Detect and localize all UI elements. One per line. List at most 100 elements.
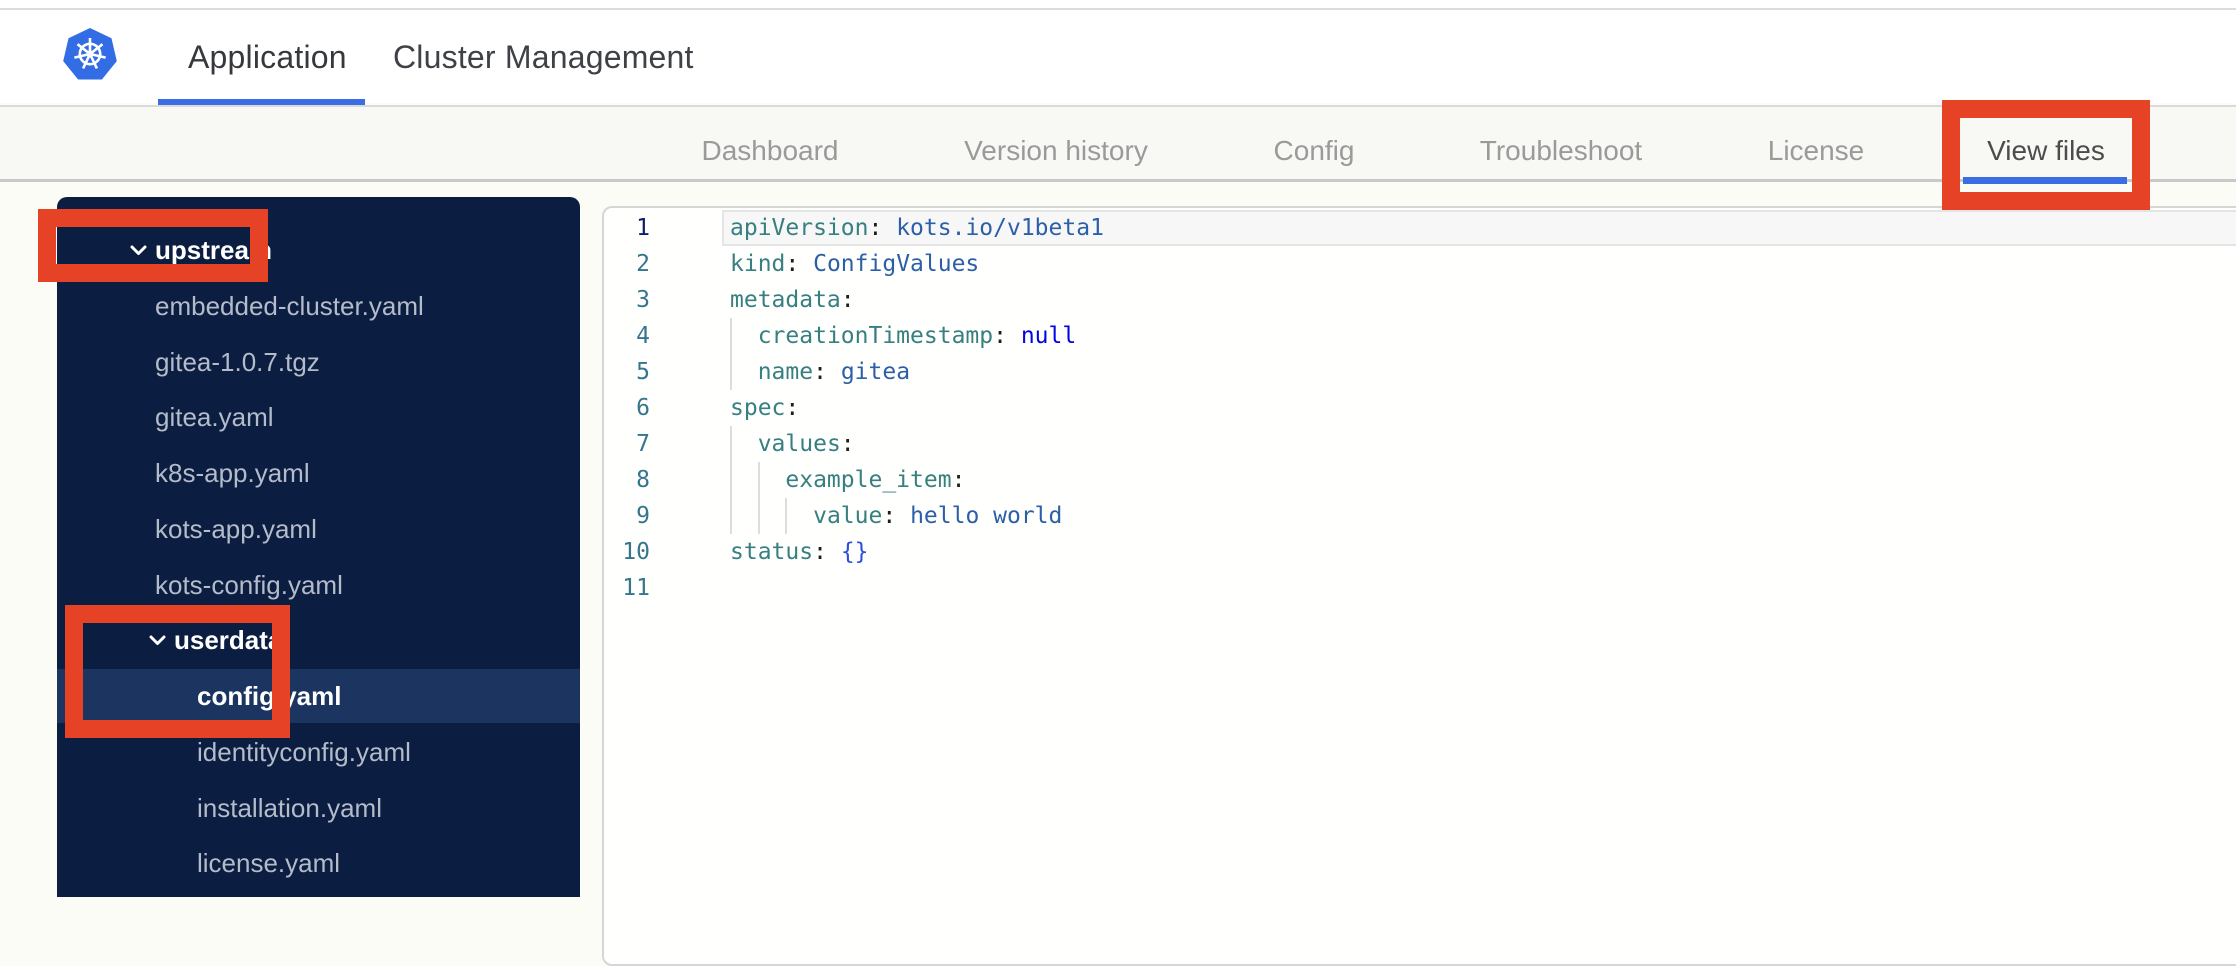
code-text: example_item: — [730, 462, 965, 498]
yaml-editor-panel[interactable]: 1 apiVersion: kots.io/v1beta1 2 kind: Confi… — [602, 206, 2236, 966]
yaml-colon: : — [882, 503, 897, 529]
line-number: 11 — [622, 575, 650, 601]
yaml-key: values — [757, 431, 841, 457]
tree-item-upstream[interactable]: upstream — [57, 222, 580, 278]
subnav-tab-config[interactable]: Config — [1274, 135, 1355, 167]
tree-item-label: gitea-1.0.7.tgz — [155, 346, 320, 377]
subnav-tab-version-history[interactable]: Version history — [964, 135, 1148, 167]
yaml-value: hello world — [910, 503, 1063, 529]
code-text: creationTimestamp: null — [730, 318, 1077, 354]
tree-item-k8s-app-yaml[interactable]: k8s-app.yaml — [57, 445, 580, 501]
line-number: 8 — [636, 467, 650, 493]
tree-item-kots-app-yaml[interactable]: kots-app.yaml — [57, 501, 580, 557]
chevron-down-icon[interactable] — [149, 635, 166, 646]
code-text: status: {} — [730, 534, 869, 570]
tree-item-kots-config-yaml[interactable]: kots-config.yaml — [57, 557, 580, 613]
yaml-value: ConfigValues — [813, 251, 980, 277]
view-files-tab-underline — [1963, 177, 2127, 184]
line-number: 9 — [636, 503, 650, 529]
tree-item-label: license.yaml — [197, 847, 341, 878]
subnav-tab-license[interactable]: License — [1768, 135, 1865, 167]
yaml-colon: : — [951, 467, 966, 493]
tree-item-label: userdata — [174, 624, 283, 655]
line-number: 6 — [636, 395, 650, 421]
yaml-colon: : — [785, 395, 800, 421]
yaml-colon: : — [993, 323, 1007, 349]
code-line-10[interactable]: 10 status: {} — [604, 534, 2236, 570]
tree-item-config-yaml[interactable]: config.yaml — [57, 669, 580, 723]
code-line-4[interactable]: 4 creationTimestamp: null — [604, 318, 2236, 354]
yaml-value: gitea — [840, 359, 911, 385]
code-text: values: — [730, 426, 855, 462]
tree-item-label: k8s-app.yaml — [155, 457, 310, 488]
tree-item-gitea-1-0-7-tgz[interactable]: gitea-1.0.7.tgz — [57, 334, 580, 390]
code-line-2[interactable]: 2 kind: ConfigValues — [604, 246, 2236, 282]
line-number: 1 — [636, 215, 650, 241]
window-top-divider — [0, 8, 2236, 10]
code-text: metadata: — [730, 282, 855, 318]
line-number: 5 — [636, 359, 650, 385]
code-text: apiVersion: kots.io/v1beta1 — [730, 210, 1104, 246]
yaml-colon: : — [785, 251, 800, 277]
chevron-down-icon[interactable] — [130, 245, 147, 256]
code-line-1[interactable]: 1 apiVersion: kots.io/v1beta1 — [604, 210, 2236, 246]
app-subnav: Dashboard Version history Config Troublesho… — [0, 105, 2236, 182]
yaml-colon: : — [840, 287, 855, 313]
code-line-7[interactable]: 7 values: — [604, 426, 2236, 462]
tree-item-installation-yaml[interactable]: installation.yaml — [57, 780, 580, 836]
kubernetes-logo-icon — [63, 28, 117, 80]
code-text: spec: — [730, 390, 799, 426]
yaml-key: name — [757, 359, 814, 385]
line-number: 10 — [622, 539, 650, 565]
tree-item-label: embedded-cluster.yaml — [155, 290, 424, 321]
yaml-key: status — [730, 539, 814, 565]
header-tab-cluster-management[interactable]: Cluster Management — [393, 39, 694, 76]
line-number: 3 — [636, 287, 650, 313]
app-header: Application Cluster Management — [0, 0, 2236, 105]
tree-item-license-yaml[interactable]: license.yaml — [57, 835, 580, 891]
code-text: kind: ConfigValues — [730, 246, 979, 282]
code-line-8[interactable]: 8 example_item: — [604, 462, 2236, 498]
yaml-key: value — [813, 503, 883, 529]
yaml-key: apiVersion — [730, 215, 869, 241]
tree-item-label: identityconfig.yaml — [197, 736, 411, 767]
code-text: value: hello world — [730, 498, 1062, 534]
yaml-key: spec — [730, 395, 786, 421]
tree-item-label: config.yaml — [197, 680, 342, 711]
yaml-colon: : — [840, 431, 855, 457]
subnav-bottom-border — [0, 179, 2236, 182]
tree-item-label: kots-config.yaml — [155, 569, 343, 600]
yaml-key: creationTimestamp — [757, 323, 994, 349]
code-line-6[interactable]: 6 spec: — [604, 390, 2236, 426]
tree-item-label: kots-app.yaml — [155, 513, 317, 544]
subnav-tab-view-files[interactable]: View files — [1987, 135, 2105, 167]
tree-item-userdata[interactable]: userdata — [57, 612, 580, 668]
line-number: 2 — [636, 251, 650, 277]
subnav-tab-troubleshoot[interactable]: Troubleshoot — [1480, 135, 1642, 167]
code-line-9[interactable]: 9 value: hello world — [604, 498, 2236, 534]
file-tree-sidebar: upstream embedded-cluster.yaml gitea-1.0.7… — [57, 197, 580, 897]
line-number: 7 — [636, 431, 650, 457]
yaml-colon: : — [813, 539, 827, 565]
yaml-value: kots.io/v1beta1 — [896, 215, 1104, 241]
tree-item-embedded-cluster-yaml[interactable]: embedded-cluster.yaml — [57, 278, 580, 334]
yaml-value: {} — [840, 539, 869, 565]
tree-item-label: upstream — [155, 234, 273, 265]
code-line-11[interactable]: 11 — [604, 570, 2236, 606]
tree-item-label: gitea.yaml — [155, 401, 274, 432]
code-text: name: gitea — [730, 354, 910, 390]
yaml-colon: : — [813, 359, 827, 385]
subnav-tab-dashboard[interactable]: Dashboard — [702, 135, 839, 167]
header-tab-application[interactable]: Application — [188, 39, 347, 76]
tree-item-identityconfig-yaml[interactable]: identityconfig.yaml — [57, 724, 580, 780]
code-line-3[interactable]: 3 metadata: — [604, 282, 2236, 318]
yaml-key: metadata — [730, 287, 841, 313]
line-number: 4 — [636, 323, 650, 349]
yaml-key: example_item — [785, 467, 952, 493]
yaml-colon: : — [868, 215, 883, 241]
code-line-5[interactable]: 5 name: gitea — [604, 354, 2236, 390]
yaml-key: kind — [730, 251, 786, 277]
tree-item-gitea-yaml[interactable]: gitea.yaml — [57, 389, 580, 445]
kots-admin-console: { "header": { "logo": {"icon": "kubernet… — [0, 0, 2236, 966]
tree-item-label: installation.yaml — [197, 792, 382, 823]
